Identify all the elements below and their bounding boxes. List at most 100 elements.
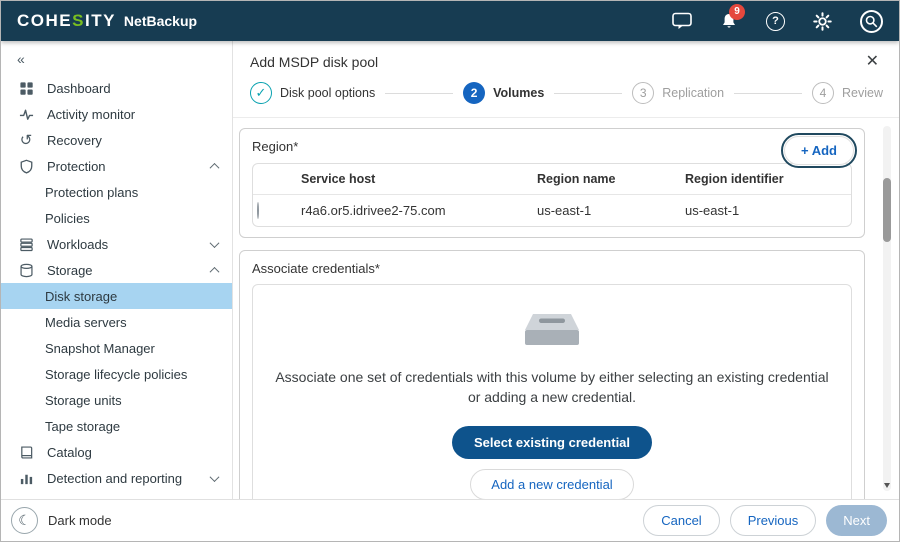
credentials-section: Associate credentials* Associate one set… (239, 250, 865, 499)
sidebar-item-disk-storage[interactable]: Disk storage (1, 283, 232, 309)
chevron-up-icon (210, 266, 220, 276)
dialog-scroll-area: Region* + Add Service host Region name R… (233, 118, 899, 499)
column-header-region-identifier: Region identifier (681, 164, 851, 194)
step-label: Volumes (493, 86, 544, 100)
sidebar-item-label: Storage lifecycle policies (45, 367, 187, 382)
sidebar-item-label: Catalog (47, 445, 92, 460)
dialog-header: Add MSDP disk pool ✕ (233, 41, 899, 76)
step-replication[interactable]: 3 Replication (632, 82, 724, 104)
sidebar-item-protection-plans[interactable]: Protection plans (1, 179, 232, 205)
sidebar-item-label: Recovery (47, 133, 102, 148)
sidebar-item-policies[interactable]: Policies (1, 205, 232, 231)
recovery-icon: ↺ (17, 133, 35, 148)
notifications-bell-icon[interactable]: 9 (720, 12, 738, 31)
sidebar-item-protection[interactable]: Protection (1, 153, 232, 179)
region-table-header: Service host Region name Region identifi… (253, 164, 851, 195)
region-row-radio[interactable] (257, 202, 259, 219)
region-table-row[interactable]: r4a6.or5.idrivee2-75.com us-east-1 us-ea… (253, 195, 851, 226)
region-label: Region* (252, 139, 852, 154)
search-icon[interactable] (860, 10, 883, 33)
step-check-icon: ✓ (250, 82, 272, 104)
support-chat-icon[interactable] (672, 12, 692, 30)
previous-button[interactable]: Previous (730, 505, 817, 536)
sidebar-item-dashboard[interactable]: Dashboard (1, 75, 232, 101)
step-connector (385, 93, 453, 94)
sidebar-item-media-servers[interactable]: Media servers (1, 309, 232, 335)
sidebar-item-label: Detection and reporting (47, 471, 182, 486)
step-connector (554, 93, 622, 94)
sidebar-item-storage-lifecycle-policies[interactable]: Storage lifecycle policies (1, 361, 232, 387)
main-panel: Add MSDP disk pool ✕ ✓ Disk pool options… (233, 41, 899, 499)
step-review[interactable]: 4 Review (812, 82, 883, 104)
credentials-empty-state: Associate one set of credentials with th… (252, 284, 852, 499)
step-connector (734, 93, 802, 94)
cohesity-logo: COHESITY (17, 11, 116, 31)
dark-mode-toggle[interactable]: ☾ Dark mode (11, 507, 112, 534)
sidebar-item-snapshot-manager[interactable]: Snapshot Manager (1, 335, 232, 361)
step-disk-pool-options[interactable]: ✓ Disk pool options (250, 82, 375, 104)
chevron-down-icon (210, 472, 220, 482)
credentials-label: Associate credentials* (252, 261, 852, 276)
brand-accent-letter: S (72, 11, 85, 31)
sidebar-item-label: Activity monitor (47, 107, 135, 122)
close-icon[interactable]: ✕ (866, 54, 879, 70)
sidebar-item-workloads[interactable]: Workloads (1, 231, 232, 257)
sidebar-item-label: Workloads (47, 237, 108, 252)
sidebar-item-detection-and-reporting[interactable]: Detection and reporting (1, 465, 232, 491)
sidebar-item-storage[interactable]: Storage (1, 257, 232, 283)
step-number: 3 (632, 82, 654, 104)
cell-region-name: us-east-1 (533, 195, 681, 226)
help-icon[interactable]: ? (766, 12, 785, 31)
search-circle (860, 10, 883, 33)
select-existing-credential-button[interactable]: Select existing credential (452, 426, 652, 459)
chevron-down-icon (210, 238, 220, 248)
credentials-actions: Select existing credential Add a new cre… (269, 408, 835, 499)
moon-icon: ☾ (11, 507, 38, 534)
sidebar-collapse-button[interactable]: « (1, 45, 232, 75)
sidebar: « Dashboard Activity monitor ↺ Recovery … (1, 41, 233, 499)
topbar-actions: 9 ? (672, 10, 883, 33)
add-region-button[interactable]: + Add (784, 136, 854, 165)
column-header-region-name: Region name (533, 164, 681, 194)
step-number: 4 (812, 82, 834, 104)
sidebar-item-catalog[interactable]: Catalog (1, 439, 232, 465)
step-label: Disk pool options (280, 86, 375, 100)
activity-monitor-icon (17, 107, 35, 122)
sidebar-item-activity-monitor[interactable]: Activity monitor (1, 101, 232, 127)
step-label: Review (842, 86, 883, 100)
wizard-actions: Cancel Previous Next (643, 505, 887, 536)
brand-text: COHE (17, 11, 72, 31)
settings-gear-icon[interactable] (813, 12, 832, 31)
sidebar-item-storage-units[interactable]: Storage units (1, 387, 232, 413)
brand-text-end: ITY (85, 11, 116, 31)
topbar: COHESITY NetBackup 9 ? (1, 1, 899, 41)
footer-bar: ☾ Dark mode Cancel Previous Next (1, 499, 899, 541)
catalog-icon (17, 445, 35, 460)
step-label: Replication (662, 86, 724, 100)
dashboard-icon (17, 81, 35, 96)
protection-shield-icon (17, 159, 35, 174)
step-number: 2 (463, 82, 485, 104)
radio-column-header (253, 171, 297, 187)
cell-service-host: r4a6.or5.idrivee2-75.com (297, 195, 533, 226)
dark-mode-label: Dark mode (48, 513, 112, 528)
sidebar-item-label: Protection plans (45, 185, 138, 200)
sidebar-item-recovery[interactable]: ↺ Recovery (1, 127, 232, 153)
sidebar-item-label: Protection (47, 159, 106, 174)
scrollbar-down-arrow[interactable] (883, 481, 891, 489)
tray-icon (519, 313, 585, 353)
chevron-up-icon (210, 162, 220, 172)
sidebar-item-label: Media servers (45, 315, 127, 330)
dialog-title: Add MSDP disk pool (250, 54, 378, 70)
notification-count-badge: 9 (729, 4, 745, 20)
step-volumes[interactable]: 2 Volumes (463, 82, 544, 104)
next-button[interactable]: Next (826, 505, 887, 536)
sidebar-item-label: Policies (45, 211, 90, 226)
add-new-credential-button[interactable]: Add a new credential (470, 469, 633, 499)
cancel-button[interactable]: Cancel (643, 505, 719, 536)
scrollbar-thumb[interactable] (883, 178, 891, 242)
sidebar-item-label: Storage (47, 263, 93, 278)
sidebar-item-label: Dashboard (47, 81, 111, 96)
sidebar-item-tape-storage[interactable]: Tape storage (1, 413, 232, 439)
region-table: Service host Region name Region identifi… (252, 163, 852, 227)
